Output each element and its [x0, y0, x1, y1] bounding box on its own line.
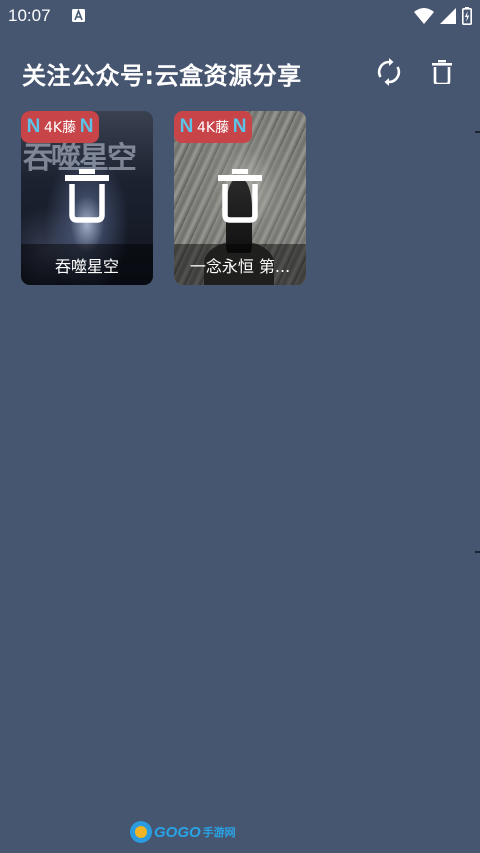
card-delete-icon[interactable]: [65, 169, 109, 223]
delete-all-button[interactable]: [424, 54, 460, 90]
delete-icon: [432, 60, 452, 84]
refresh-button[interactable]: [371, 54, 407, 90]
watermark-logo: GOGO 手游网: [130, 820, 236, 844]
edge-mark: [475, 551, 480, 553]
signal-icon: [440, 8, 456, 24]
badge-text: 4K藤: [44, 120, 77, 136]
card-title: 一念永恒 第...: [174, 244, 306, 285]
quality-badge: N 4K藤 N: [174, 111, 253, 143]
wifi-icon: [414, 8, 434, 24]
quality-badge: N 4K藤 N: [21, 111, 100, 143]
battery-charging-icon: [462, 7, 472, 25]
watermark-brand: GOGO: [154, 823, 201, 841]
gogo-logo-icon: [130, 821, 152, 843]
watermark-suffix: 手游网: [202, 826, 236, 839]
card-title: 吞噬星空: [21, 244, 153, 285]
refresh-icon: [377, 58, 401, 86]
badge-text: 4K藤: [197, 120, 230, 136]
card-delete-icon[interactable]: [218, 169, 262, 223]
toolbar: 关注公众号:云盒资源分享: [0, 44, 480, 100]
badge-n-right: N: [79, 116, 94, 137]
page-title: 关注公众号:云盒资源分享: [22, 62, 302, 90]
status-icons: [414, 7, 472, 25]
notification-a-icon: [72, 9, 85, 22]
history-card[interactable]: N 4K藤 N 一念永恒 第...: [174, 111, 306, 285]
status-bar: 10:07: [0, 0, 480, 34]
status-time: 10:07: [8, 6, 51, 25]
badge-n-right: N: [232, 116, 247, 137]
badge-n-left: N: [26, 116, 41, 137]
history-card[interactable]: 吞噬星空 N 4K藤 N 吞噬星空: [21, 111, 153, 285]
card-title-text: 一念永恒 第...: [189, 256, 291, 276]
card-title-text: 吞噬星空: [54, 256, 119, 276]
badge-n-left: N: [179, 116, 194, 137]
edge-mark: [475, 131, 480, 133]
